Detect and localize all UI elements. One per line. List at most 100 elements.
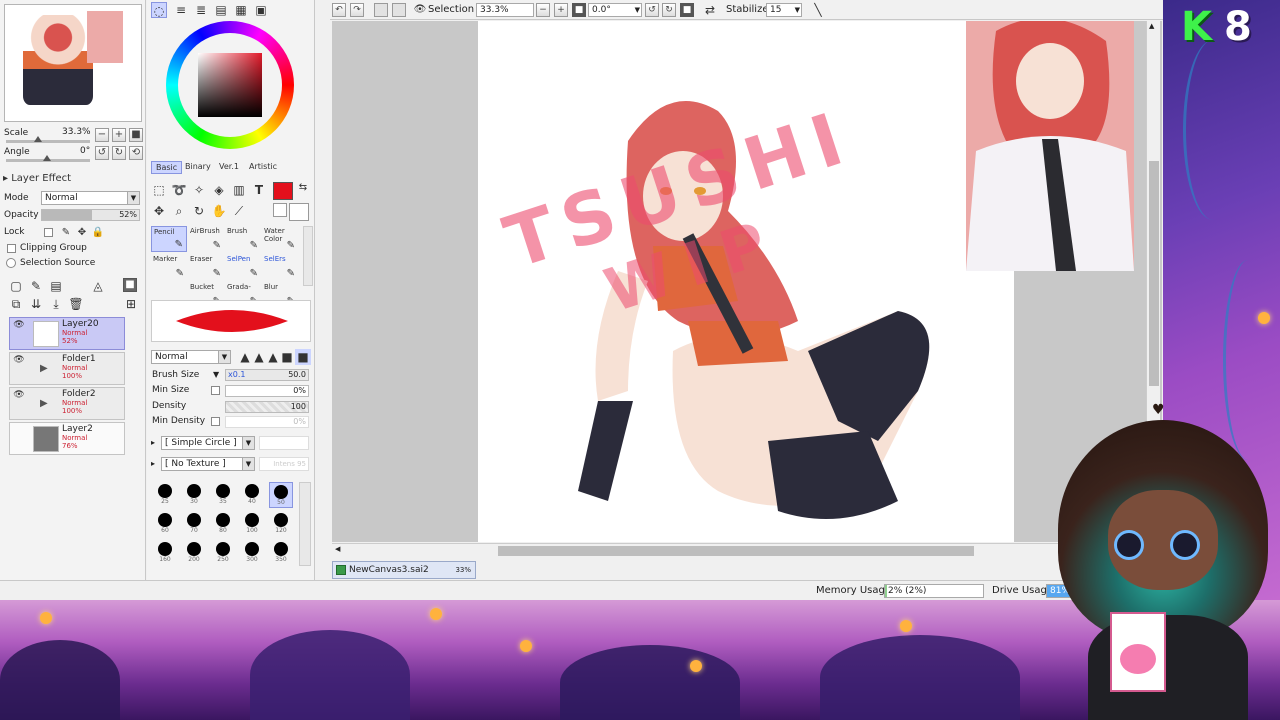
tab-binary[interactable]: Binary bbox=[181, 161, 215, 174]
min-density-slider[interactable]: 0% bbox=[225, 416, 309, 428]
lasso-icon[interactable]: ➰ bbox=[171, 182, 187, 198]
color-wheel[interactable] bbox=[166, 21, 294, 149]
min-density-pressure-checkbox[interactable] bbox=[211, 417, 220, 426]
min-size-pressure-checkbox[interactable] bbox=[211, 386, 220, 395]
min-size-slider[interactable]: 0% bbox=[225, 385, 309, 397]
rotate-icon[interactable]: ↻ bbox=[191, 203, 207, 219]
invert-selection-button[interactable] bbox=[392, 3, 406, 17]
copy-layer-icon[interactable]: ⧉ bbox=[8, 296, 24, 312]
color-hsv-tab-icon[interactable]: ≣ bbox=[193, 2, 209, 18]
deselect-button[interactable] bbox=[374, 3, 388, 17]
transfer-down-icon[interactable]: ⇊ bbox=[28, 296, 44, 312]
folder-expand-icon[interactable]: ▶ bbox=[40, 398, 48, 409]
new-linework-layer-icon[interactable]: ✎ bbox=[28, 278, 44, 294]
navigator-preview[interactable] bbox=[4, 4, 142, 122]
brush-grid-scrollbar[interactable] bbox=[303, 226, 313, 286]
layer-row[interactable]: 👁 Layer20 Normal 52% bbox=[9, 317, 125, 350]
new-folder-icon[interactable]: ▤ bbox=[48, 278, 64, 294]
hand-icon[interactable]: ✋ bbox=[211, 203, 227, 219]
lock-transparency-checkbox[interactable] bbox=[44, 228, 53, 237]
brush-tip-flat-icon[interactable]: ■ bbox=[279, 349, 295, 365]
canvas-paper[interactable]: TSUSHI WIP bbox=[478, 21, 1134, 542]
collapse-triangle-icon[interactable]: ▸ bbox=[151, 438, 155, 447]
canvas-viewport[interactable]: TSUSHI WIP bbox=[332, 21, 1162, 542]
swap-colors-icon[interactable]: ⇆ bbox=[295, 180, 311, 196]
vertical-scroll-thumb[interactable] bbox=[1149, 161, 1159, 386]
angle-slider-knob[interactable] bbox=[43, 155, 51, 161]
color-palette-tab-icon[interactable]: ▤ bbox=[213, 2, 229, 18]
color-swatch-tab-icon[interactable]: ▦ bbox=[233, 2, 249, 18]
brush-size-preset[interactable]: 160 bbox=[153, 540, 177, 566]
main-color-swatch[interactable] bbox=[273, 182, 293, 200]
brush-size-preset[interactable]: 35 bbox=[211, 482, 235, 508]
zoom-in-button[interactable]: + bbox=[554, 3, 568, 17]
brush-size-preset[interactable]: 60 bbox=[153, 511, 177, 537]
selection-source-radio[interactable] bbox=[6, 258, 16, 268]
brush-marker[interactable]: Marker ✎ bbox=[151, 254, 187, 280]
layer-row[interactable]: 👁 ▶ Folder2 Normal 100% bbox=[9, 387, 125, 420]
lock-paint-icon[interactable]: ✎ bbox=[58, 225, 74, 241]
zoom-fit-button[interactable]: ■ bbox=[572, 3, 586, 17]
brush-size-preset[interactable]: 100 bbox=[240, 511, 264, 537]
eye-icon[interactable] bbox=[12, 425, 26, 437]
brush-size-preset[interactable]: 120 bbox=[269, 511, 293, 537]
tab-artistic[interactable]: Artistic bbox=[245, 161, 281, 174]
color-wheel-tab-icon[interactable]: ◌ bbox=[151, 2, 167, 18]
scale-slider[interactable] bbox=[6, 140, 90, 143]
brush-tip-square-icon[interactable]: ■ bbox=[295, 349, 311, 365]
rotate-reset-button[interactable]: ■ bbox=[680, 3, 694, 17]
rotate-left-button[interactable]: ↺ bbox=[645, 3, 659, 17]
layer-effect-header[interactable]: ▸ Layer Effect bbox=[3, 173, 71, 184]
flip-horizontal-icon[interactable]: ⇄ bbox=[702, 2, 718, 18]
brush-size-preset[interactable]: 80 bbox=[211, 511, 235, 537]
lock-move-icon[interactable]: ✥ bbox=[74, 225, 90, 241]
shape-icon[interactable]: ▥ bbox=[231, 182, 247, 198]
brush-size-preset[interactable]: 50 bbox=[269, 482, 293, 508]
zoom-in-button[interactable]: + bbox=[112, 128, 126, 142]
brush-size-preset[interactable]: 300 bbox=[240, 540, 264, 566]
brush-size-slider[interactable]: x0.1 50.0 bbox=[225, 369, 309, 381]
zoom-reset-button[interactable]: ■ bbox=[129, 128, 143, 142]
zoom-out-button[interactable]: − bbox=[95, 128, 109, 142]
opacity-slider[interactable]: 52% bbox=[41, 209, 140, 221]
brush-airbrush[interactable]: AirBrush ✎ bbox=[188, 226, 224, 252]
transparent-color-swatch[interactable] bbox=[289, 203, 309, 221]
layer-blend-mode-select[interactable]: Normal ▼ bbox=[41, 191, 140, 205]
zoom-select[interactable]: 33.3% bbox=[476, 3, 534, 17]
clipping-group-checkbox[interactable] bbox=[7, 244, 16, 253]
density-slider[interactable]: 100 bbox=[225, 401, 309, 413]
text-icon[interactable]: T bbox=[251, 182, 267, 198]
brush-size-preset[interactable]: 200 bbox=[182, 540, 206, 566]
redo-button[interactable]: ↷ bbox=[350, 3, 364, 17]
tab-basic[interactable]: Basic bbox=[151, 161, 183, 174]
stabilizer-select[interactable]: 15 ▼ bbox=[766, 3, 802, 17]
rotate-reset-button[interactable]: ⟲ bbox=[129, 146, 143, 160]
tab-ver-1[interactable]: Ver.1 bbox=[215, 161, 243, 174]
collapse-triangle-icon[interactable]: ▸ bbox=[151, 459, 155, 468]
eyedropper-icon[interactable]: ⟋ bbox=[231, 203, 247, 219]
brush-blend-mode-select[interactable]: Normal ▼ bbox=[151, 350, 231, 364]
new-layer-icon[interactable]: ▢ bbox=[8, 278, 24, 294]
brush-brush[interactable]: Brush ✎ bbox=[225, 226, 261, 252]
magic-wand-icon[interactable]: ✧ bbox=[191, 182, 207, 198]
merge-down-icon[interactable]: ⤓ bbox=[48, 296, 64, 312]
brush-selers[interactable]: SelErs ✎ bbox=[262, 254, 298, 280]
eye-icon[interactable]: 👁 bbox=[12, 355, 26, 367]
brush-texture-select[interactable]: [ No Texture ] ▼ bbox=[161, 457, 255, 471]
rotate-right-button[interactable]: ↻ bbox=[112, 146, 126, 160]
scroll-up-icon[interactable]: ▲ bbox=[1149, 22, 1154, 30]
rect-select-icon[interactable]: ⬚ bbox=[151, 182, 167, 198]
brush-size-preset[interactable]: 70 bbox=[182, 511, 206, 537]
trash-icon[interactable]: 🗑 bbox=[68, 296, 84, 312]
straight-line-icon[interactable]: ╲ bbox=[810, 2, 826, 18]
lock-all-icon[interactable]: 🔒 bbox=[90, 225, 106, 241]
secondary-color-swatch[interactable] bbox=[273, 203, 287, 217]
layer-properties-icon[interactable]: ⊞ bbox=[123, 296, 139, 312]
scroll-left-icon[interactable]: ◀ bbox=[335, 545, 340, 553]
horizontal-scrollbar[interactable]: ◀ bbox=[332, 543, 1146, 557]
rotate-right-button[interactable]: ↻ bbox=[662, 3, 676, 17]
rotate-left-button[interactable]: ↺ bbox=[95, 146, 109, 160]
eye-icon[interactable]: 👁 bbox=[12, 390, 26, 402]
brush-texture-strength[interactable]: Intens 95 bbox=[259, 457, 309, 471]
layer-row[interactable]: Layer2 Normal 76% bbox=[9, 422, 125, 455]
